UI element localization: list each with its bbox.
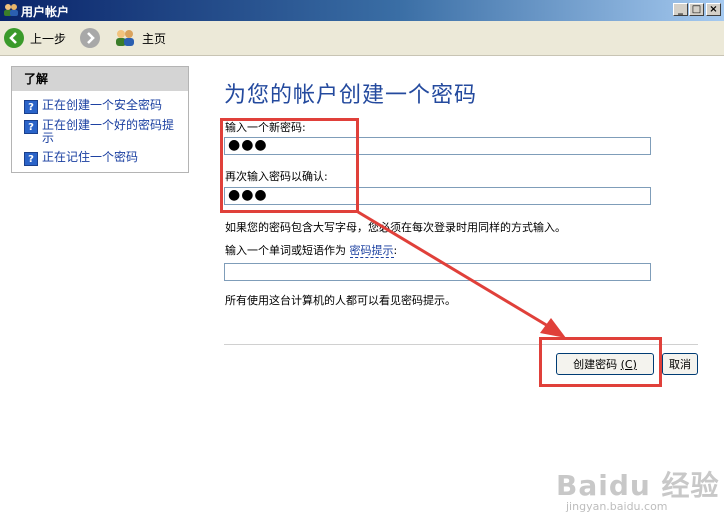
annotation-arrow <box>357 210 566 338</box>
